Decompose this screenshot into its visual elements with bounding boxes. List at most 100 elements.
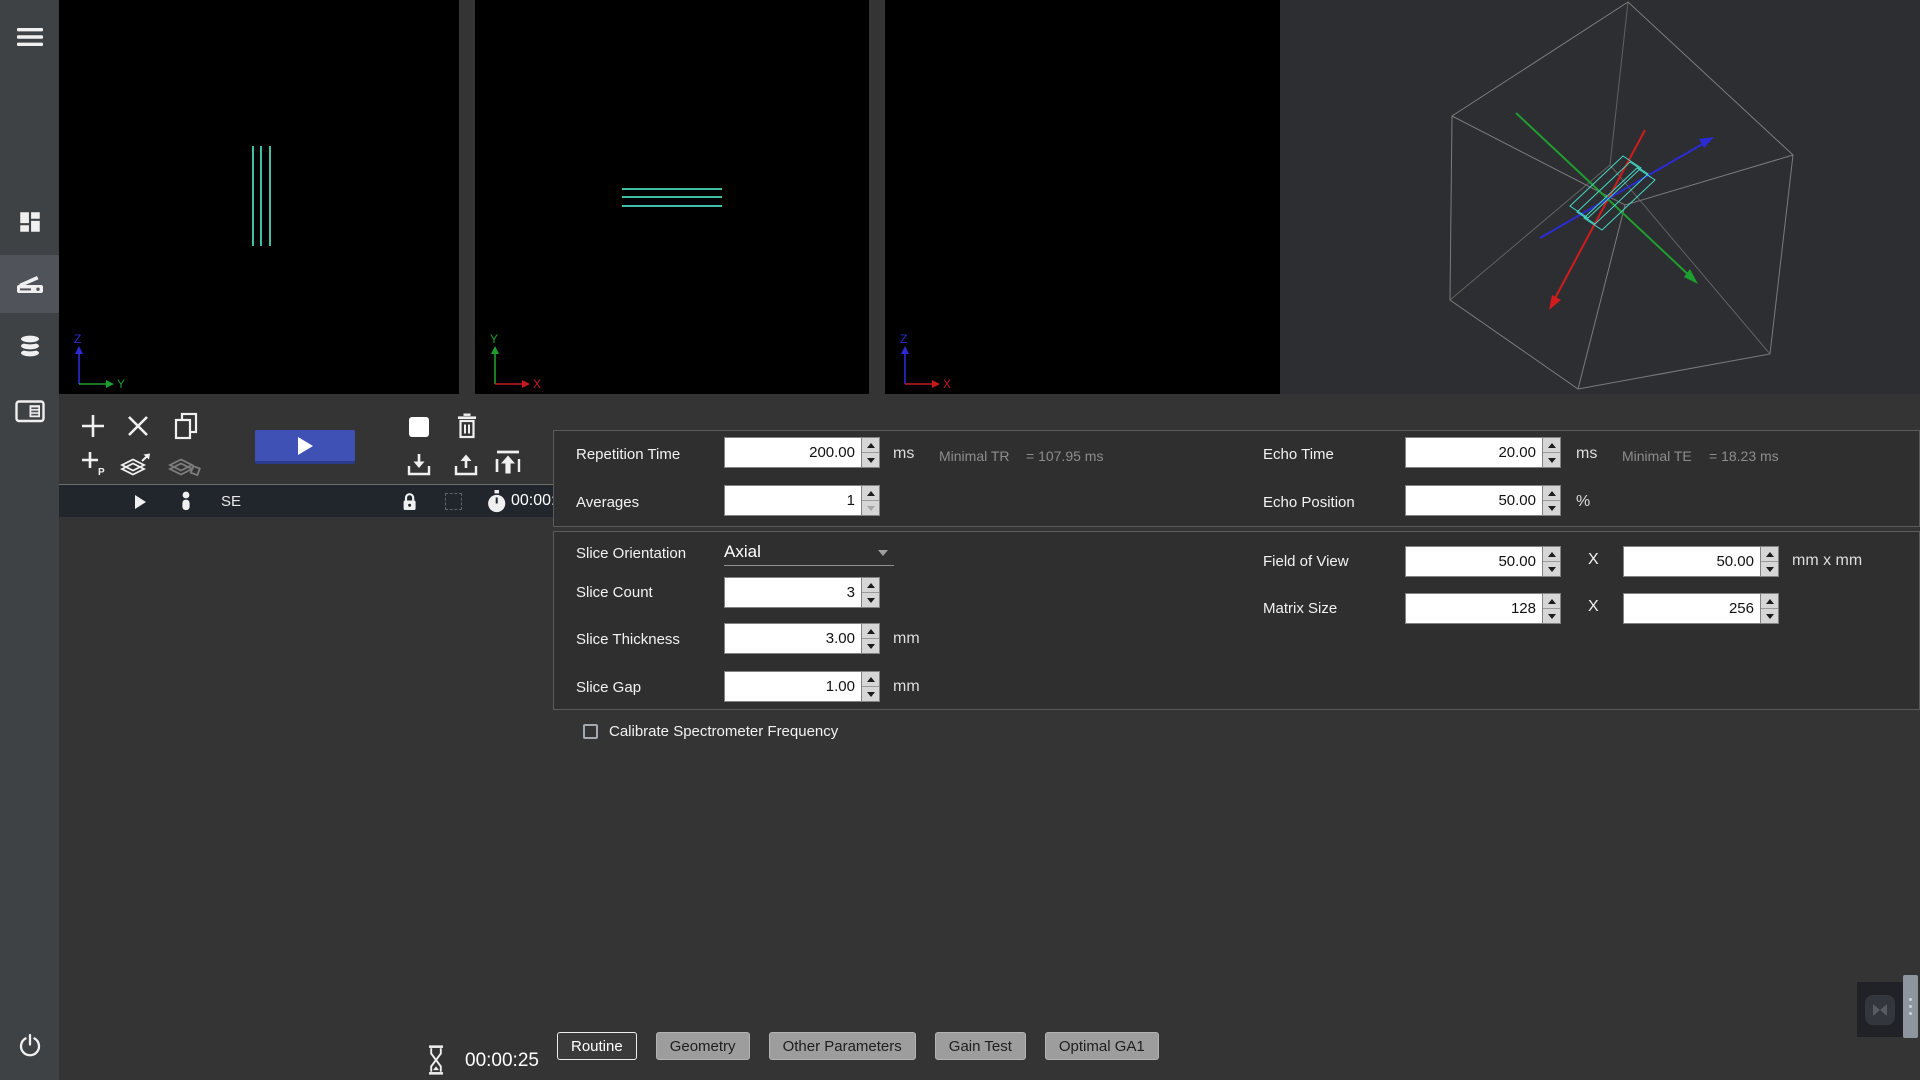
matrix-size-x-field[interactable]: 128 — [1405, 593, 1561, 624]
slice-thickness-value[interactable]: 3.00 — [826, 630, 855, 647]
slice-orientation-dropdown[interactable]: Axial — [724, 538, 894, 566]
sequence-play-icon[interactable] — [135, 495, 146, 509]
spin-down-icon[interactable] — [862, 639, 879, 653]
spin-up-icon[interactable] — [862, 438, 879, 453]
slice-gap-value[interactable]: 1.00 — [826, 678, 855, 695]
spin-up-icon[interactable] — [1761, 547, 1778, 562]
viewport-3d[interactable] — [1280, 0, 1920, 394]
field-of-view-label: Field of View — [1263, 553, 1349, 570]
spin-down-icon[interactable] — [1543, 609, 1560, 623]
spin-up-icon[interactable] — [1761, 594, 1778, 609]
sequence-row[interactable]: SE 00:00:25 — [59, 484, 553, 517]
upload-to-top-icon — [492, 448, 524, 480]
slice-count-spinner[interactable] — [861, 577, 880, 608]
field-of-view-x-value[interactable]: 50.00 — [1498, 553, 1536, 570]
slice-count-value[interactable]: 3 — [847, 584, 855, 601]
spin-down-icon[interactable] — [1761, 562, 1778, 576]
repetition-time-spinner[interactable] — [861, 437, 880, 468]
repetition-time-value[interactable]: 200.00 — [809, 444, 855, 461]
slice-gap-spinner[interactable] — [861, 671, 880, 702]
echo-time-spinner[interactable] — [1542, 437, 1561, 468]
tab-gain-test[interactable]: Gain Test — [935, 1032, 1026, 1060]
viewport-zy[interactable]: Z Y — [59, 0, 459, 394]
averages-spinner[interactable] — [861, 485, 880, 516]
close-icon — [125, 413, 151, 439]
add-button[interactable] — [79, 412, 107, 445]
field-of-view-y-spinner[interactable] — [1760, 546, 1779, 577]
slice-orientation-label: Slice Orientation — [576, 545, 686, 562]
upload-button[interactable] — [452, 452, 480, 485]
field-of-view-y-value[interactable]: 50.00 — [1716, 553, 1754, 570]
slice-gap-field[interactable]: 1.00 — [724, 671, 880, 702]
tab-geometry[interactable]: Geometry — [656, 1032, 750, 1060]
sidebar-item-dashboard[interactable] — [0, 193, 59, 251]
matrix-size-x-value[interactable]: 128 — [1511, 600, 1536, 617]
power-button[interactable] — [0, 1016, 59, 1074]
spin-up-icon[interactable] — [1543, 594, 1560, 609]
spin-down-icon[interactable] — [1543, 501, 1560, 515]
spin-down-icon[interactable] — [862, 593, 879, 607]
copy-button[interactable] — [172, 412, 200, 445]
close-button[interactable] — [125, 413, 151, 444]
echo-time-field[interactable]: 20.00 — [1405, 437, 1561, 468]
spin-up-icon[interactable] — [1543, 547, 1560, 562]
corner-drag-handle[interactable] — [1903, 975, 1918, 1038]
spin-up-icon[interactable] — [862, 486, 879, 501]
calibrate-frequency-option[interactable]: Calibrate Spectrometer Frequency — [583, 723, 838, 740]
sidebar-item-registration[interactable] — [0, 382, 59, 440]
hamburger-icon — [17, 27, 43, 47]
averages-field[interactable]: 1 — [724, 485, 880, 516]
minimal-te-value: = 18.23 ms — [1709, 448, 1779, 464]
checkbox-icon[interactable] — [583, 724, 598, 739]
layers-export-button[interactable] — [118, 450, 154, 483]
axis-gizmo: Y X — [483, 334, 545, 392]
spin-up-icon[interactable] — [862, 672, 879, 687]
spin-down-icon[interactable] — [862, 687, 879, 701]
spin-down-icon[interactable] — [1543, 453, 1560, 467]
spin-up-icon[interactable] — [1543, 438, 1560, 453]
matrix-size-y-spinner[interactable] — [1760, 593, 1779, 624]
layers-edit-button[interactable] — [166, 452, 202, 485]
spin-up-icon[interactable] — [1543, 486, 1560, 501]
spin-up-icon[interactable] — [862, 624, 879, 639]
slice-thickness-field[interactable]: 3.00 — [724, 623, 880, 654]
minimal-tr-value: = 107.95 ms — [1026, 448, 1103, 464]
sidebar-item-database[interactable] — [0, 317, 59, 375]
tab-routine[interactable]: Routine — [557, 1032, 637, 1060]
echo-position-value[interactable]: 50.00 — [1498, 492, 1536, 509]
repetition-time-field[interactable]: 200.00 — [724, 437, 880, 468]
minimal-te-label: Minimal TE — [1622, 448, 1692, 464]
field-of-view-x-field[interactable]: 50.00 — [1405, 546, 1561, 577]
selection-box-icon[interactable] — [445, 493, 462, 510]
spin-down-icon[interactable] — [1761, 609, 1778, 623]
download-button[interactable] — [405, 452, 433, 485]
spin-down-icon[interactable] — [862, 453, 879, 467]
matrix-size-y-value[interactable]: 256 — [1729, 600, 1754, 617]
viewport-zx[interactable]: Z X — [885, 0, 1280, 394]
corner-widget[interactable] — [1857, 982, 1903, 1037]
stop-button[interactable] — [409, 417, 429, 437]
echo-position-spinner[interactable] — [1542, 485, 1561, 516]
delete-button[interactable] — [453, 412, 481, 445]
field-of-view-y-field[interactable]: 50.00 — [1623, 546, 1779, 577]
viewport-yx[interactable]: Y X — [475, 0, 869, 394]
plus-icon — [79, 412, 107, 440]
corner-logo-icon — [1865, 995, 1895, 1025]
tab-optimal-ga1[interactable]: Optimal GA1 — [1045, 1032, 1159, 1060]
run-sequence-button[interactable] — [255, 430, 355, 464]
add-protocol-button[interactable]: P — [79, 449, 107, 482]
averages-value[interactable]: 1 — [847, 492, 855, 509]
echo-time-value[interactable]: 20.00 — [1498, 444, 1536, 461]
menu-button[interactable] — [0, 8, 59, 66]
tab-other-parameters[interactable]: Other Parameters — [769, 1032, 916, 1060]
sidebar-item-scanner[interactable] — [0, 255, 59, 313]
spin-down-icon[interactable] — [1543, 562, 1560, 576]
matrix-size-x-spinner[interactable] — [1542, 593, 1561, 624]
spin-up-icon[interactable] — [862, 578, 879, 593]
matrix-size-y-field[interactable]: 256 — [1623, 593, 1779, 624]
field-of-view-x-spinner[interactable] — [1542, 546, 1561, 577]
slice-count-field[interactable]: 3 — [724, 577, 880, 608]
slice-thickness-spinner[interactable] — [861, 623, 880, 654]
upload-to-top-button[interactable] — [492, 448, 524, 485]
echo-position-field[interactable]: 50.00 — [1405, 485, 1561, 516]
